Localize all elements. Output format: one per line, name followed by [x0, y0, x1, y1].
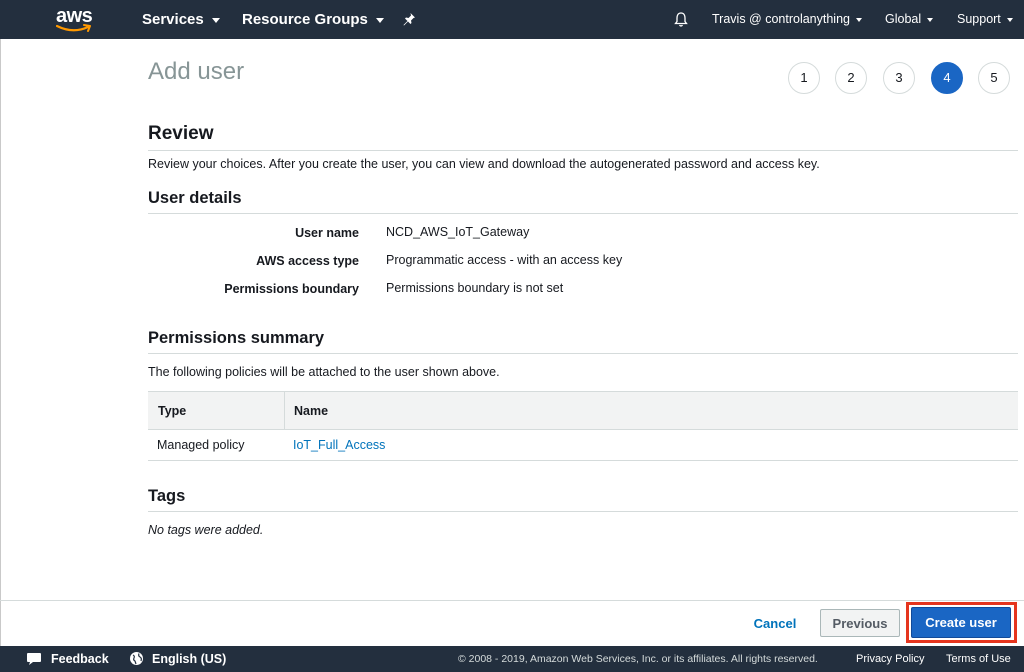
aws-logo[interactable]: aws [54, 5, 96, 33]
permissions-boundary-label: Permissions boundary [224, 282, 359, 296]
feedback-link[interactable]: Feedback [51, 646, 109, 672]
speech-bubble-icon [27, 653, 41, 665]
chevron-down-icon [375, 17, 384, 23]
step-1[interactable]: 1 [788, 62, 820, 94]
divider [148, 150, 1018, 151]
divider [148, 353, 1018, 354]
globe-icon [130, 652, 143, 665]
top-nav: aws Services Resource Groups Travis @ co… [0, 0, 1024, 39]
chevron-down-icon [1006, 17, 1013, 22]
resource-groups-label: Resource Groups [242, 11, 368, 28]
permissions-table: Type Name Managed policy IoT_Full_Access [148, 391, 1018, 461]
access-type-label: AWS access type [256, 254, 359, 268]
access-type-value: Programmatic access - with an access key [386, 253, 623, 267]
review-description: Review your choices. After you create th… [148, 157, 820, 171]
copyright-text: © 2008 - 2019, Amazon Web Services, Inc.… [458, 653, 818, 665]
window-edge [0, 39, 1, 646]
cancel-button[interactable]: Cancel [745, 613, 805, 633]
column-divider [284, 392, 285, 430]
column-header-name[interactable]: Name [294, 404, 328, 418]
divider [148, 511, 1018, 512]
privacy-policy-link[interactable]: Privacy Policy [856, 646, 924, 672]
language-selector[interactable]: English (US) [152, 646, 226, 672]
chevron-down-icon [211, 17, 220, 23]
step-2[interactable]: 2 [835, 62, 867, 94]
support-menu[interactable]: Support [957, 0, 1013, 39]
chevron-down-icon [855, 17, 862, 22]
user-name-value: NCD_AWS_IoT_Gateway [386, 225, 530, 239]
create-user-button[interactable]: Create user [911, 607, 1011, 638]
action-bar-divider [0, 600, 1024, 601]
user-label: Travis @ controlanything [712, 12, 850, 26]
policy-name-link[interactable]: IoT_Full_Access [293, 438, 385, 452]
footer: Feedback English (US) © 2008 - 2019, Ama… [0, 646, 1024, 672]
divider [148, 213, 1018, 214]
support-label: Support [957, 12, 1001, 26]
review-title: Review [148, 123, 214, 144]
user-name-label: User name [295, 226, 359, 240]
step-4[interactable]: 4 [931, 62, 963, 94]
resource-groups-menu[interactable]: Resource Groups [242, 0, 384, 39]
pin-icon[interactable] [402, 12, 416, 26]
permissions-summary-title: Permissions summary [148, 329, 325, 347]
policy-type-cell: Managed policy [157, 438, 245, 452]
bell-icon[interactable] [673, 11, 689, 28]
aws-smile-icon [56, 24, 91, 32]
region-menu[interactable]: Global [885, 0, 934, 39]
services-menu[interactable]: Services [142, 0, 220, 39]
region-label: Global [885, 12, 922, 26]
chevron-down-icon [927, 17, 934, 22]
user-menu[interactable]: Travis @ controlanything [712, 0, 862, 39]
permissions-description: The following policies will be attached … [148, 365, 500, 379]
page-title: Add user [148, 58, 245, 85]
services-label: Services [142, 11, 204, 28]
tags-title: Tags [148, 487, 186, 505]
previous-button[interactable]: Previous [820, 609, 900, 637]
step-3[interactable]: 3 [883, 62, 915, 94]
user-details-title: User details [148, 189, 242, 207]
no-tags-text: No tags were added. [148, 523, 264, 537]
step-5[interactable]: 5 [978, 62, 1010, 94]
terms-of-use-link[interactable]: Terms of Use [946, 646, 1011, 672]
table-header: Type Name [148, 392, 1018, 430]
permissions-boundary-value: Permissions boundary is not set [386, 281, 564, 295]
column-header-type[interactable]: Type [158, 404, 186, 418]
